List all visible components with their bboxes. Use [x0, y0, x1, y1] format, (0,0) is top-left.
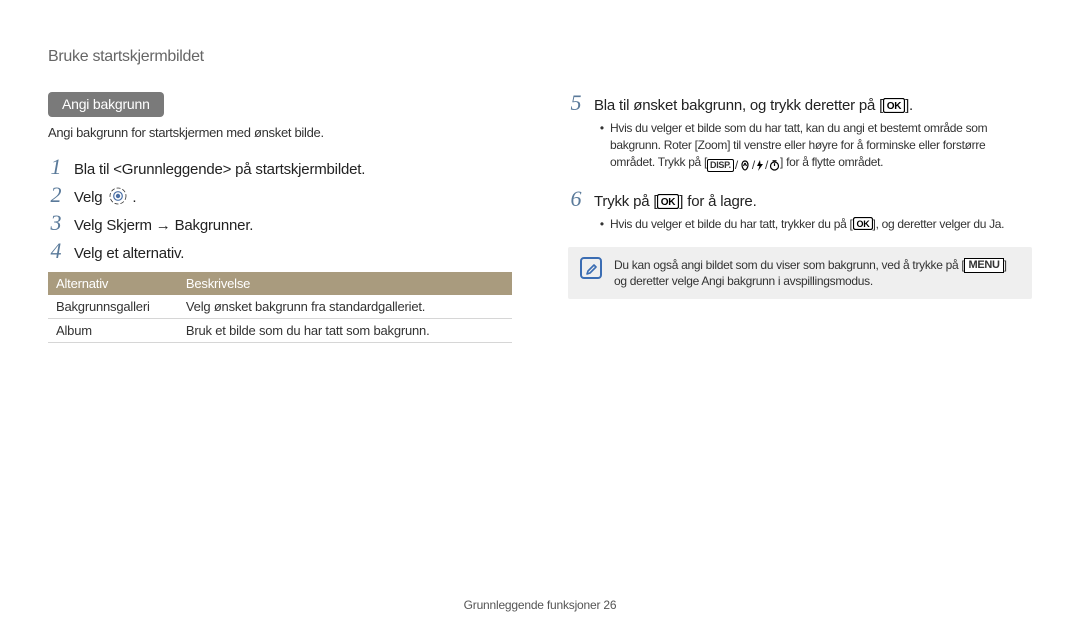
- slash: /: [735, 157, 738, 174]
- step-text-pre: Trykk på [: [594, 193, 657, 210]
- step-text: Trykk på [ OK] for å lagre.: [594, 193, 757, 210]
- page-title: Bruke startskjermbildet: [48, 48, 1032, 66]
- step-5: 5 Bla til ønsket bakgrunn, og trykk dere…: [568, 92, 1032, 114]
- step-number: 3: [48, 212, 64, 234]
- table-cell: Velg ønsket bakgrunn fra standardgalleri…: [178, 295, 512, 319]
- step-text-period: .: [132, 189, 136, 206]
- section-tab: Angi bakgrunn: [48, 92, 164, 117]
- table-header: Alternativ: [48, 272, 178, 295]
- step-number: 5: [568, 92, 584, 114]
- slash: /: [752, 157, 755, 174]
- menu-icon: MENU: [964, 258, 1003, 273]
- step-number: 2: [48, 184, 64, 206]
- step-3: 3 Velg Skjerm → Bakgrunner.: [48, 212, 512, 234]
- step-2: 2 Velg .: [48, 184, 512, 206]
- step-4: 4 Velg et alternativ.: [48, 240, 512, 262]
- step-text: Bla til ønsket bakgrunn, og trykk derett…: [594, 97, 913, 114]
- step-number: 1: [48, 156, 64, 178]
- table-header: Beskrivelse: [178, 272, 512, 295]
- step-text-post: ].: [905, 97, 913, 114]
- step-5-sub: • Hvis du velger et bilde som du har tat…: [594, 120, 1032, 174]
- note-icon: [580, 257, 602, 279]
- note-box: Du kan også angi bildet som du viser som…: [568, 247, 1032, 299]
- flash-icon: [756, 160, 764, 171]
- step-text-mid: ] for å lagre.: [679, 193, 756, 210]
- table-row: Bakgrunnsgalleri Velg ønsket bakgrunn fr…: [48, 295, 512, 319]
- step-6-sub: • Hvis du velger et bilde du har tatt, t…: [594, 216, 1032, 233]
- svg-text:OK: OK: [887, 101, 903, 112]
- note-text-pre: Du kan også angi bildet som du viser som…: [614, 258, 964, 272]
- table-cell: Bruk et bilde som du har tatt som bakgru…: [178, 319, 512, 343]
- timer-icon: [769, 160, 780, 171]
- step-number: 6: [568, 188, 584, 210]
- bullet-icon: •: [594, 120, 610, 174]
- step-6: 6 Trykk på [ OK] for å lagre.: [568, 188, 1032, 210]
- left-column: Angi bakgrunn Angi bakgrunn for startskj…: [48, 92, 512, 343]
- ok-icon: OK: [883, 98, 905, 113]
- step-text: Velg Skjerm → Bakgrunner.: [74, 217, 253, 234]
- disp-icon: DISP.: [707, 159, 734, 172]
- slash: /: [765, 157, 768, 174]
- step-sub-text-pre: Hvis du velger et bilde du har tatt, try…: [610, 217, 853, 231]
- right-column: 5 Bla til ønsket bakgrunn, og trykk dere…: [568, 92, 1032, 343]
- nav-icons: DISP.///: [707, 157, 780, 174]
- table-cell: Album: [48, 319, 178, 343]
- ok-icon: OK: [657, 194, 679, 209]
- section-intro: Angi bakgrunn for startskjermen med ønsk…: [48, 125, 512, 140]
- step-text-pre: Bla til ønsket bakgrunn, og trykk derett…: [594, 97, 883, 114]
- bullet-icon: •: [594, 216, 610, 233]
- step-sub-text-post: ] for å flytte området.: [780, 155, 883, 169]
- table-cell: Bakgrunnsgalleri: [48, 295, 178, 319]
- svg-text:OK: OK: [661, 197, 677, 208]
- step-text: Bla til <Grunnleggende> på startskjermbi…: [74, 161, 365, 178]
- ok-icon: OK: [853, 217, 873, 230]
- step-number: 4: [48, 240, 64, 262]
- step-sub-text-post: ], og deretter velger du Ja.: [873, 217, 1005, 231]
- step-sub-text: Hvis du velger et bilde du har tatt, try…: [610, 216, 1004, 233]
- step-text-label: Velg: [74, 189, 106, 206]
- step-1: 1 Bla til <Grunnleggende> på startskjerm…: [48, 156, 512, 178]
- note-text: Du kan også angi bildet som du viser som…: [614, 257, 1020, 289]
- options-table: Alternativ Beskrivelse Bakgrunnsgalleri …: [48, 272, 512, 343]
- svg-text:OK: OK: [856, 219, 870, 229]
- selector-icon: [108, 186, 128, 206]
- page-footer: Grunnleggende funksjoner 26: [0, 598, 1080, 612]
- step-sub-text: Hvis du velger et bilde som du har tatt,…: [610, 120, 1032, 174]
- macro-icon: [739, 160, 751, 171]
- table-row: Album Bruk et bilde som du har tatt som …: [48, 319, 512, 343]
- step-text: Velg .: [74, 186, 136, 206]
- step-text: Velg et alternativ.: [74, 245, 184, 262]
